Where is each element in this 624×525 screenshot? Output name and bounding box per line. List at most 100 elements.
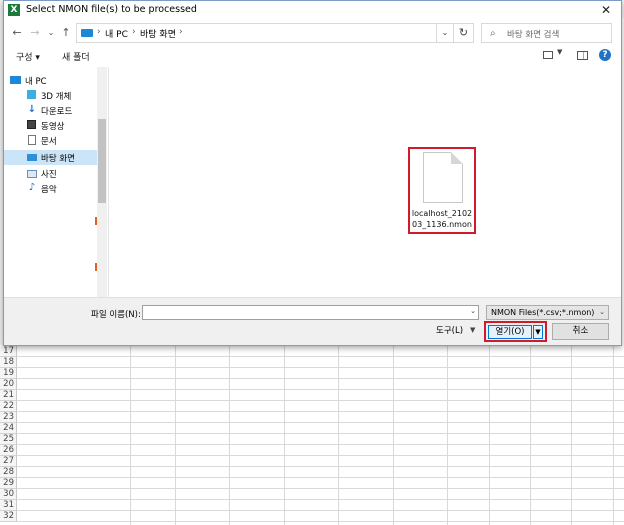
- sidebar-item-label: 바탕 화면: [41, 154, 75, 164]
- filetype-select[interactable]: NMON Files(*.csv;*.nmon) ⌄: [486, 305, 609, 320]
- forward-arrow-icon[interactable]: →: [28, 26, 42, 40]
- row-gridline: [17, 499, 624, 500]
- row-gridline: [17, 378, 624, 379]
- refresh-icon[interactable]: ↻: [454, 23, 474, 43]
- sidebar-item-my-pc[interactable]: 내 PC: [4, 73, 97, 88]
- sidebar-item-videos[interactable]: 동영상: [4, 118, 97, 133]
- column-gridline: [338, 343, 339, 525]
- row-header[interactable]: 25: [0, 434, 17, 445]
- title-bar: X Select NMON file(s) to be processed ✕: [4, 1, 621, 20]
- address-dropdown-icon[interactable]: ⌄: [436, 23, 454, 43]
- sidebar-item-desktop[interactable]: 바탕 화면: [4, 150, 97, 165]
- pictures-icon: [27, 170, 37, 178]
- row-header[interactable]: 20: [0, 379, 17, 390]
- filename-label: 파일 이름(N):: [91, 310, 141, 320]
- column-gridline: [489, 343, 490, 525]
- row-gridline: [17, 455, 624, 456]
- column-gridline: [130, 343, 131, 525]
- sidebar-item-3d-objects[interactable]: 3D 개체: [4, 88, 97, 103]
- desktop-icon: [27, 154, 37, 161]
- breadcrumb-desktop[interactable]: 바탕 화면: [140, 27, 176, 40]
- pc-icon: [10, 76, 21, 84]
- document-icon: [28, 135, 36, 145]
- open-file-dialog: X Select NMON file(s) to be processed ✕ …: [3, 0, 622, 346]
- row-header[interactable]: 22: [0, 401, 17, 412]
- breadcrumb-separator: ›: [132, 27, 136, 37]
- tools-button[interactable]: 도구(L): [436, 324, 463, 336]
- sidebar-item-downloads[interactable]: ↓ 다운로드: [4, 103, 97, 118]
- sidebar-item-documents[interactable]: 문서: [4, 133, 97, 148]
- row-header[interactable]: 17: [0, 346, 17, 357]
- row-header[interactable]: 23: [0, 412, 17, 423]
- breadcrumb-my-pc[interactable]: 내 PC: [105, 27, 128, 40]
- filename-input[interactable]: ⌄: [142, 305, 479, 320]
- row-gridline: [17, 466, 624, 467]
- sidebar-item-label: 내 PC: [25, 77, 47, 87]
- organize-button[interactable]: 구성 ▾: [16, 50, 40, 63]
- sidebar-item-label: 동영상: [41, 122, 65, 132]
- file-name: localhost_210203_1136.nmon: [411, 209, 473, 229]
- search-placeholder: 바탕 화면 검색: [507, 30, 560, 40]
- search-icon: ⌕: [490, 28, 496, 39]
- dialog-title: Select NMON file(s) to be processed: [26, 4, 197, 15]
- column-gridline: [229, 343, 230, 525]
- open-button-highlight: 열기(O) ▼: [484, 321, 547, 342]
- filename-dropdown-icon[interactable]: ⌄: [470, 307, 476, 315]
- address-bar[interactable]: › 내 PC › 바탕 화면 ›: [76, 23, 454, 43]
- row-header[interactable]: 26: [0, 445, 17, 456]
- row-gridline: [17, 356, 624, 357]
- view-dropdown-icon[interactable]: ▼: [557, 48, 562, 56]
- row-gridline: [17, 367, 624, 368]
- recent-locations-dropdown-icon[interactable]: ⌄: [44, 26, 58, 40]
- sidebar-scrollbar[interactable]: [97, 67, 107, 297]
- row-header[interactable]: 27: [0, 456, 17, 467]
- close-button[interactable]: ✕: [595, 2, 617, 18]
- file-list-area[interactable]: localhost_210203_1136.nmon: [108, 67, 621, 297]
- row-header[interactable]: 30: [0, 489, 17, 500]
- sidebar-item-label: 사진: [41, 170, 57, 180]
- video-icon: [27, 120, 36, 129]
- open-dropdown-icon[interactable]: ▼: [533, 325, 543, 339]
- row-gridline: [17, 433, 624, 434]
- column-gridline: [530, 343, 531, 525]
- row-header[interactable]: 28: [0, 467, 17, 478]
- row-header[interactable]: 21: [0, 390, 17, 401]
- download-icon: ↓: [27, 104, 37, 115]
- cancel-button[interactable]: 취소: [552, 323, 609, 340]
- row-header[interactable]: 19: [0, 368, 17, 379]
- row-gridline: [17, 389, 624, 390]
- row-gridline: [17, 444, 624, 445]
- column-gridline: [284, 343, 285, 525]
- filetype-value: NMON Files(*.csv;*.nmon): [491, 308, 595, 317]
- row-gridline: [17, 422, 624, 423]
- file-item[interactable]: localhost_210203_1136.nmon: [408, 147, 476, 234]
- sidebar-item-label: 음악: [41, 185, 57, 195]
- row-header[interactable]: 31: [0, 500, 17, 511]
- sidebar-item-pictures[interactable]: 사진: [4, 166, 97, 181]
- music-icon: ♪: [28, 182, 36, 193]
- row-header[interactable]: 18: [0, 357, 17, 368]
- chevron-down-icon: ⌄: [599, 308, 605, 316]
- sidebar-item-music[interactable]: ♪ 음악: [4, 181, 97, 196]
- tools-dropdown-icon[interactable]: ▼: [470, 326, 475, 334]
- row-gridline: [17, 477, 624, 478]
- row-header[interactable]: 29: [0, 478, 17, 489]
- row-header[interactable]: 32: [0, 511, 17, 522]
- file-icon: [423, 152, 463, 203]
- view-options-icon[interactable]: [543, 51, 553, 59]
- sidebar-item-label: 문서: [41, 137, 57, 147]
- search-input[interactable]: ⌕ 바탕 화면 검색: [481, 23, 612, 43]
- row-header[interactable]: 24: [0, 423, 17, 434]
- 3d-objects-icon: [27, 90, 36, 99]
- scrollbar-thumb[interactable]: [98, 119, 106, 203]
- column-gridline: [447, 343, 448, 525]
- up-arrow-icon[interactable]: ↑: [59, 26, 73, 40]
- column-gridline: [613, 343, 614, 525]
- preview-pane-icon[interactable]: [577, 51, 588, 60]
- help-icon[interactable]: ?: [599, 49, 611, 61]
- back-arrow-icon[interactable]: ←: [10, 26, 24, 40]
- open-button[interactable]: 열기(O): [488, 325, 532, 339]
- sidebar-item-label: 다운로드: [41, 107, 73, 117]
- new-folder-button[interactable]: 새 폴더: [62, 50, 90, 63]
- column-gridline: [175, 343, 176, 525]
